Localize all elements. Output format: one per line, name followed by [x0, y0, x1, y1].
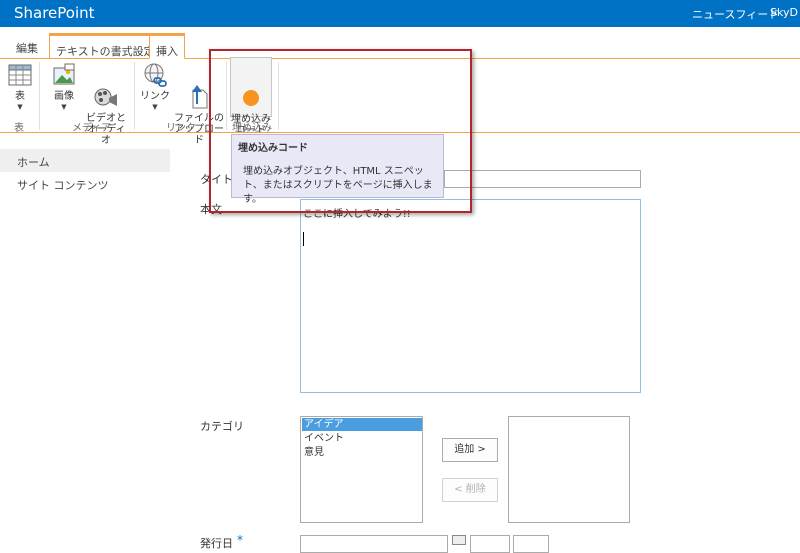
group-separator [134, 62, 135, 130]
date-input[interactable] [300, 535, 448, 553]
image-button-label: 画像 [54, 91, 74, 102]
brand-title[interactable]: SharePoint [14, 4, 95, 22]
chevron-down-icon: ▼ [152, 103, 158, 111]
link-button[interactable]: リンク ▼ [139, 60, 171, 113]
tab-insert[interactable]: 挿入 [149, 33, 185, 59]
table-button[interactable]: 表 ▼ [5, 60, 35, 113]
newsfeed-link[interactable]: ニュースフィード [692, 6, 779, 22]
suite-bar [0, 0, 800, 27]
remove-button[interactable]: < 削除 [442, 478, 498, 502]
selected-category-listbox[interactable] [508, 416, 630, 523]
list-item[interactable]: イベント [302, 432, 422, 445]
table-button-label: 表 [15, 91, 25, 102]
body-label: 本文 [200, 203, 222, 216]
ribbon-bottom-border [0, 132, 800, 133]
body-editor[interactable] [300, 199, 641, 393]
link-button-label: リンク [140, 91, 170, 102]
upload-icon [186, 73, 212, 109]
chevron-down-icon: ▼ [61, 103, 67, 111]
minute-select[interactable] [513, 535, 549, 553]
hour-select[interactable] [470, 535, 510, 553]
group-separator [226, 62, 227, 130]
video-audio-icon [93, 73, 119, 106]
list-item[interactable]: 意見 [302, 446, 422, 459]
tooltip-description: 埋め込みオブジェクト、HTML スニペット、またはスクリプトをページに挿入します… [243, 166, 433, 205]
tab-text-format[interactable]: テキストの書式設定 [49, 33, 162, 58]
group-separator [39, 62, 40, 130]
publish-date-label: 発行日 [200, 537, 233, 550]
embed-code-icon [238, 74, 264, 106]
add-button[interactable]: 追加 > [442, 438, 498, 462]
tab-edit[interactable]: 編集 [10, 36, 44, 58]
nav-item-home[interactable]: ホーム [0, 149, 170, 172]
image-icon [51, 62, 77, 88]
category-label: カテゴリ [200, 420, 244, 433]
image-button[interactable]: 画像 ▼ [46, 60, 82, 113]
chevron-down-icon: ▼ [17, 103, 23, 111]
title-input[interactable] [444, 170, 641, 188]
required-marker: * [237, 533, 243, 547]
calendar-icon[interactable] [452, 535, 466, 545]
link-icon [142, 62, 168, 88]
upload-file-button[interactable]: ファイルの アップロード [174, 60, 224, 157]
table-icon [7, 62, 33, 88]
text-caret [303, 232, 304, 246]
video-audio-button[interactable]: ビデオと オーディオ [82, 60, 130, 157]
list-item[interactable]: アイデア [302, 418, 422, 431]
category-listbox[interactable]: アイデア イベント 意見 [300, 416, 423, 523]
body-text: ここに挿入してみよう!! [303, 209, 411, 220]
tooltip-title: 埋め込みコード [238, 143, 308, 154]
nav-item-site-contents[interactable]: サイト コンテンツ [17, 177, 109, 193]
group-separator [278, 62, 279, 130]
skydrive-link[interactable]: SkyD [770, 6, 798, 19]
